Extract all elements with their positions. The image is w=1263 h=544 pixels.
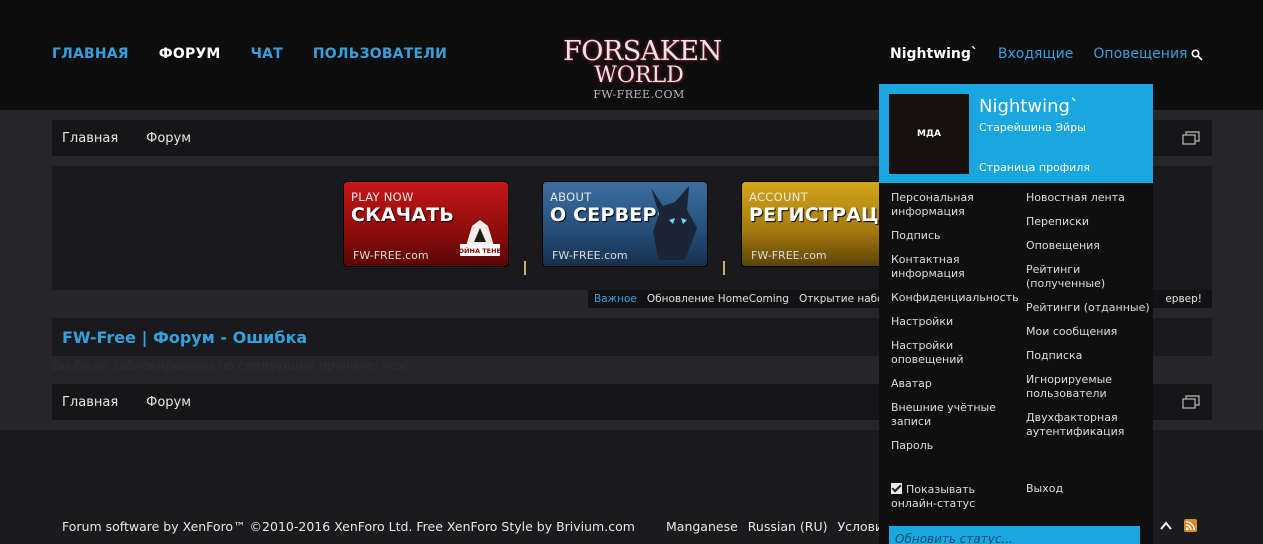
menu-watched[interactable]: Подписка	[1026, 349, 1151, 363]
download-banner[interactable]: PLAY NOW СКАЧАТЬ FW-FREE.com ВОЙНА ТЕНЕЙ	[343, 181, 509, 267]
language-chooser-link[interactable]: Russian (RU)	[748, 519, 828, 534]
ticker-item[interactable]: Обновление HomeComing	[647, 293, 789, 305]
ticker-item[interactable]: ервер!	[1165, 293, 1212, 305]
banner-kicker: ABOUT	[550, 190, 592, 204]
dropdown-header: МДА Nightwing` Старейшина Эйры Страница …	[879, 84, 1153, 183]
menu-contact-details[interactable]: Контактная информация	[891, 253, 1016, 281]
main-nav: ГЛАВНАЯ ФОРУМ ЧАТ ПОЛЬЗОВАТЕЛИ	[52, 46, 447, 62]
banner-site: FW-FREE.com	[751, 249, 827, 262]
dropdown-username[interactable]: Nightwing`	[979, 96, 1079, 117]
ticker-label: Важное	[594, 293, 637, 305]
account-dropdown: МДА Nightwing` Старейшина Эйры Страница …	[879, 84, 1153, 544]
logout-link[interactable]: Выход	[1026, 482, 1063, 495]
menu-avatar[interactable]: Аватар	[891, 377, 1016, 391]
user-nav: Nightwing` Входящие Оповещения	[890, 46, 1187, 62]
menu-alerts[interactable]: Оповещения	[1026, 239, 1151, 253]
account-menu-left: Персональная информация Подпись Контактн…	[891, 191, 1019, 463]
banner-separator	[723, 261, 725, 275]
site-logo[interactable]: FORSAKEN WORLD FW-FREE.COM	[563, 36, 722, 106]
menu-my-posts[interactable]: Мои сообщения	[1026, 325, 1151, 339]
banner-title: СКАЧАТЬ	[351, 204, 455, 226]
nav-forum[interactable]: ФОРУМ	[159, 46, 221, 62]
chevron-up-icon[interactable]	[1160, 521, 1172, 531]
menu-password[interactable]: Пароль	[891, 439, 1016, 453]
nav-home[interactable]: ГЛАВНАЯ	[52, 46, 129, 62]
status-input[interactable]: Обновить статус...	[889, 526, 1140, 544]
search-icon[interactable]	[1191, 49, 1203, 61]
rss-icon[interactable]	[1184, 519, 1197, 532]
expand-icon[interactable]	[1182, 395, 1200, 409]
logo-line3: FW-FREE.COM	[593, 88, 685, 101]
avatar[interactable]: МДА	[889, 94, 969, 174]
breadcrumb-forum[interactable]: Форум	[146, 395, 191, 410]
nav-users[interactable]: ПОЛЬЗОВАТЕЛИ	[313, 46, 447, 62]
banner-kicker: ACCOUNT	[749, 190, 808, 204]
logo-line1: FORSAKEN	[563, 36, 722, 67]
username-link[interactable]: Nightwing`	[890, 46, 978, 62]
war-badge-label: ВОЙНА ТЕНЕЙ	[458, 246, 502, 255]
show-online-checkbox[interactable]: Показывать онлайн-статус	[891, 483, 1016, 511]
wolf-icon	[651, 186, 697, 260]
menu-ignored-users[interactable]: Игнорируемые пользователи	[1026, 373, 1151, 401]
account-menu-right: Новостная лента Переписки Оповещения Рей…	[1026, 191, 1151, 449]
menu-news-feed[interactable]: Новостная лента	[1026, 191, 1151, 205]
menu-alert-preferences[interactable]: Настройки оповещений	[891, 339, 1016, 367]
logo-line2: WORLD	[594, 63, 684, 88]
show-online-label: Показывать онлайн-статус	[891, 483, 976, 510]
style-chooser-link[interactable]: Manganese	[666, 519, 738, 534]
breadcrumb-home[interactable]: Главная	[62, 395, 118, 410]
breadcrumb-home[interactable]: Главная	[62, 131, 118, 146]
profile-page-link[interactable]: Страница профиля	[979, 161, 1090, 174]
footer-copyright[interactable]: Forum software by XenForo™ ©2010-2016 Xe…	[62, 519, 635, 534]
banner-site: FW-FREE.com	[353, 249, 429, 262]
footer-links: Manganese Russian (RU) Условия и	[666, 519, 903, 534]
about-banner[interactable]: ABOUT О СЕРВЕРЕ FW-FREE.com	[542, 181, 708, 267]
nav-chat[interactable]: ЧАТ	[251, 46, 283, 62]
menu-preferences[interactable]: Настройки	[891, 315, 1016, 329]
inbox-link[interactable]: Входящие	[998, 46, 1073, 62]
war-of-shadows-badge-icon: ВОЙНА ТЕНЕЙ	[458, 220, 502, 256]
breadcrumb-forum[interactable]: Форум	[146, 131, 191, 146]
error-message: Вы были заблокированы по следующей причи…	[52, 358, 409, 373]
menu-personal-details[interactable]: Персональная информация	[891, 191, 1016, 219]
expand-icon[interactable]	[1182, 131, 1200, 145]
banner-kicker: PLAY NOW	[351, 190, 414, 204]
alerts-link[interactable]: Оповещения	[1093, 46, 1187, 62]
menu-privacy[interactable]: Конфиденциальность	[891, 291, 1019, 305]
checkbox-checked-icon[interactable]	[891, 483, 902, 494]
menu-external-accounts[interactable]: Внешние учётные записи	[891, 401, 1016, 429]
menu-conversations[interactable]: Переписки	[1026, 215, 1151, 229]
menu-likes-given[interactable]: Рейтинги (отданные)	[1026, 301, 1151, 315]
banner-separator	[524, 261, 526, 275]
banner-site: FW-FREE.com	[552, 249, 628, 262]
user-rank: Старейшина Эйры	[979, 121, 1086, 134]
menu-signature[interactable]: Подпись	[891, 229, 1016, 243]
menu-likes-received[interactable]: Рейтинги (полученные)	[1026, 263, 1151, 291]
menu-two-step[interactable]: Двухфакторная аутентификация	[1026, 411, 1151, 439]
